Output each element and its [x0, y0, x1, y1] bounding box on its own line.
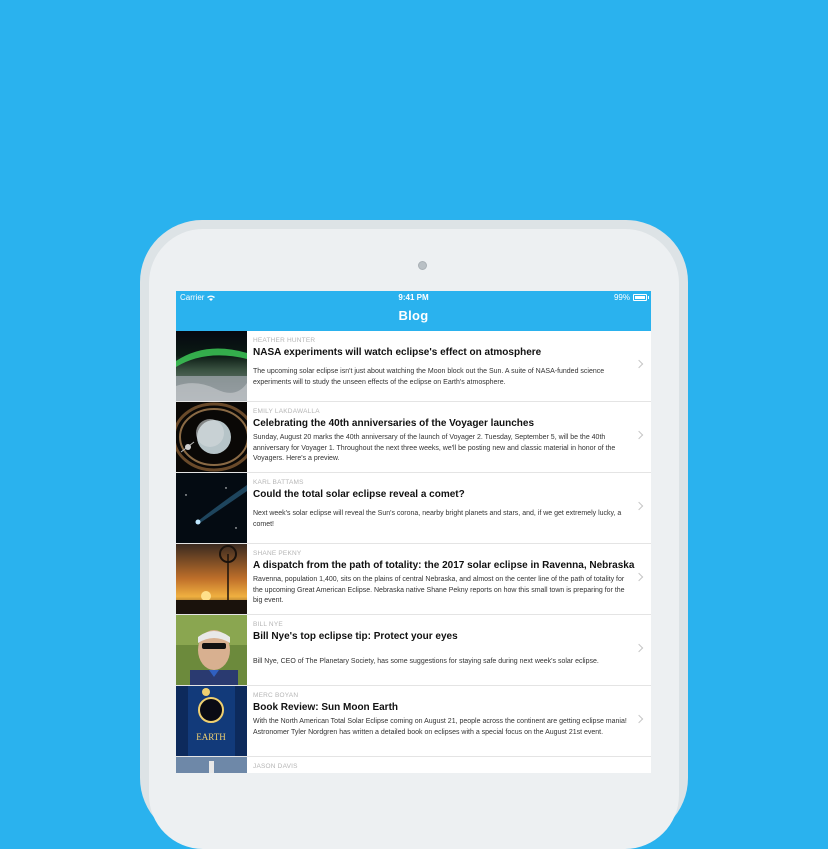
list-item[interactable]: JASON DAVIS — [176, 757, 651, 773]
post-text: SHANE PEKNY A dispatch from the path of … — [247, 544, 651, 614]
post-summary: Bill Nye, CEO of The Planetary Society, … — [253, 658, 599, 665]
post-author: JASON DAVIS — [253, 763, 298, 770]
clock: 9:41 PM — [398, 293, 429, 302]
thumbnail-aurora-image — [176, 331, 247, 401]
thumbnail-bill-nye-image — [176, 615, 247, 685]
post-text: JASON DAVIS — [247, 757, 651, 773]
battery-indicator: 99% — [613, 293, 649, 302]
thumbnail-comet-image — [176, 473, 247, 543]
book-cover-word: EARTH — [196, 732, 226, 742]
post-title: Book Review: Sun Moon Earth — [253, 702, 399, 713]
list-item[interactable]: BILL NYE Bill Nye's top eclipse tip: Pro… — [176, 615, 651, 686]
post-title: Celebrating the 40th anniversaries of th… — [253, 418, 535, 429]
battery-icon — [633, 294, 649, 301]
post-title: Bill Nye's top eclipse tip: Protect your… — [253, 631, 458, 642]
post-summary: Next week's solar eclipse will reveal th… — [253, 510, 622, 528]
list-item[interactable]: EMILY LAKDAWALLA Celebrating the 40th an… — [176, 402, 651, 473]
post-author: SHANE PEKNY — [253, 550, 302, 557]
post-summary: Ravenna, population 1,400, sits on the p… — [253, 576, 625, 604]
post-author: EMILY LAKDAWALLA — [253, 408, 320, 415]
status-bar: Carrier 9:41 PM 99% — [176, 291, 651, 304]
post-summary: With the North American Total Solar Ecli… — [253, 718, 627, 736]
list-item[interactable]: KARL BATTAMS Could the total solar eclip… — [176, 473, 651, 544]
post-summary: Sunday, August 20 marks the 40th anniver… — [253, 434, 616, 462]
thumbnail-sunset-windmill-image — [176, 544, 247, 614]
post-text: BILL NYE Bill Nye's top eclipse tip: Pro… — [247, 615, 651, 685]
post-author: BILL NYE — [253, 621, 283, 628]
post-title: Could the total solar eclipse reveal a c… — [253, 489, 465, 500]
camera-icon — [418, 261, 427, 270]
post-text: EMILY LAKDAWALLA Celebrating the 40th an… — [247, 402, 651, 472]
list-item[interactable]: HEATHER HUNTER NASA experiments will wat… — [176, 331, 651, 402]
thumbnail-launch-image — [176, 757, 247, 773]
post-text: HEATHER HUNTER NASA experiments will wat… — [247, 331, 651, 401]
list-item[interactable]: SHANE PEKNY A dispatch from the path of … — [176, 544, 651, 615]
post-author: KARL BATTAMS — [253, 479, 304, 486]
post-summary: The upcoming solar eclipse isn't just ab… — [253, 368, 605, 386]
page-title: Blog — [398, 308, 429, 323]
post-author: MERC BOYAN — [253, 692, 299, 699]
post-text: MERC BOYAN Book Review: Sun Moon Earth W… — [247, 686, 651, 756]
app-screen: Carrier 9:41 PM 99% Blog HEATHER HUNTER … — [176, 291, 651, 773]
battery-percent: 99% — [613, 293, 630, 302]
list-item[interactable]: EARTH MERC BOYAN Book Review: Sun Moon E… — [176, 686, 651, 757]
thumbnail-book-cover-image: EARTH — [176, 686, 247, 756]
post-text: KARL BATTAMS Could the total solar eclip… — [247, 473, 651, 543]
post-title: NASA experiments will watch eclipse's ef… — [253, 347, 542, 358]
thumbnail-voyager-image — [176, 402, 247, 472]
post-title: A dispatch from the path of totality: th… — [253, 560, 635, 571]
post-author: HEATHER HUNTER — [253, 337, 316, 344]
navigation-bar: Carrier 9:41 PM 99% Blog — [176, 291, 651, 331]
